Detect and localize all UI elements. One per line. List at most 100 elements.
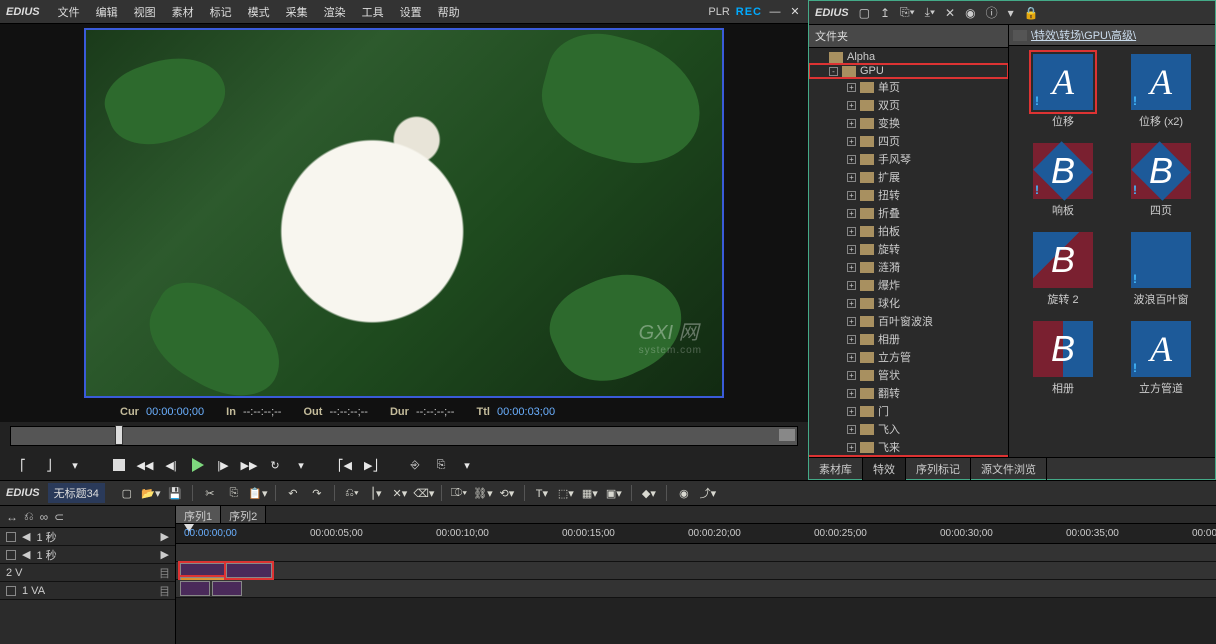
dropdown-icon[interactable]: ▾: [66, 456, 84, 474]
effect-thumb-3[interactable]: !B四页: [1115, 143, 1207, 218]
play-button[interactable]: [188, 456, 206, 474]
snap-icon[interactable]: ⊂: [54, 510, 64, 524]
timecode-cur[interactable]: 00:00:00;00: [146, 406, 204, 418]
zoom-next-icon[interactable]: ▶: [161, 548, 169, 561]
tree-item-16[interactable]: +管状: [809, 366, 1008, 384]
seq-tab-1[interactable]: 序列1: [176, 506, 221, 523]
next-edit-button[interactable]: ▶⎦: [362, 456, 380, 474]
tree-item-2[interactable]: +变换: [809, 114, 1008, 132]
delete-icon[interactable]: ✕: [945, 6, 955, 20]
cut-icon[interactable]: ✂: [200, 484, 220, 502]
tree-item-18[interactable]: +门: [809, 402, 1008, 420]
effect-thumb-1[interactable]: !A位移 (x2): [1115, 54, 1207, 129]
menu-help[interactable]: 帮助: [434, 2, 464, 22]
menu-settings[interactable]: 设置: [396, 2, 426, 22]
track-lane-spacer[interactable]: [176, 544, 1216, 562]
copy-icon[interactable]: ⎘: [224, 484, 244, 502]
link-icon[interactable]: ⛓▾: [473, 484, 493, 502]
loop-button[interactable]: ↻: [266, 456, 284, 474]
minimize-button[interactable]: —: [768, 5, 782, 19]
paste-icon[interactable]: 📋▾: [248, 484, 268, 502]
tree-item-alpha[interactable]: Alpha: [809, 50, 1008, 64]
preview-scrubber[interactable]: [10, 426, 798, 446]
title-icon[interactable]: T▾: [532, 484, 552, 502]
fx-tree-scroll[interactable]: Alpha -GPU +单页+双页+变换+四页+手风琴+扩展+扭转+折叠+拍板+…: [809, 48, 1008, 457]
zoom-prev-icon[interactable]: ◀: [22, 548, 30, 561]
menu-render[interactable]: 渲染: [320, 2, 350, 22]
sync-icon[interactable]: ⟲▾: [497, 484, 517, 502]
menu-clip[interactable]: 素材: [168, 2, 198, 22]
dropdown-icon[interactable]: ▾: [458, 456, 476, 474]
effect-thumb-4[interactable]: !B旋转 2: [1017, 232, 1109, 307]
track-head-1va[interactable]: 1 VA目: [0, 582, 175, 600]
new-folder-icon[interactable]: ▢: [859, 6, 870, 20]
menu-marker[interactable]: 标记: [206, 2, 236, 22]
clip-3[interactable]: [180, 581, 210, 596]
tree-item-19[interactable]: +飞入: [809, 420, 1008, 438]
timeline-ruler[interactable]: 00:00:00;0000:00:05;0000:00:10;0000:00:1…: [176, 524, 1216, 544]
scrubber-end[interactable]: [779, 429, 795, 441]
preview-viewer[interactable]: GXI 网 system.com: [0, 24, 808, 402]
tool-a-icon[interactable]: ↔: [6, 510, 18, 524]
seq-tab-2[interactable]: 序列2: [221, 506, 266, 523]
zoom-prev-icon[interactable]: ◀: [22, 530, 30, 543]
color-wheel-icon[interactable]: ◉: [674, 484, 694, 502]
copy-icon[interactable]: ⎘▾: [900, 5, 915, 20]
insert-icon[interactable]: ⬚▾: [556, 484, 576, 502]
tree-item-20[interactable]: +飞来: [809, 438, 1008, 456]
tree-item-gpu[interactable]: -GPU: [809, 64, 1008, 78]
tool-c-icon[interactable]: ∞: [40, 510, 49, 524]
effect-thumb-5[interactable]: !波浪百叶窗: [1115, 232, 1207, 307]
track-head-2v[interactable]: 2 V目: [0, 564, 175, 582]
menu-edit[interactable]: 编辑: [92, 2, 122, 22]
view-icon[interactable]: ◉: [965, 6, 975, 20]
project-title[interactable]: 无标题34: [48, 483, 105, 503]
tree-item-6[interactable]: +扭转: [809, 186, 1008, 204]
menu-file[interactable]: 文件: [54, 2, 84, 22]
fx-thumbnails[interactable]: !A位移!A位移 (x2)!B响板!B四页!B旋转 2!波浪百叶窗!B相册!A立…: [1009, 46, 1215, 457]
fx-breadcrumb[interactable]: \特效\转场\GPU\高级\: [1009, 25, 1215, 46]
ripple-icon[interactable]: ⎌▾: [342, 484, 362, 502]
redo-icon[interactable]: ↷: [307, 484, 327, 502]
overwrite-icon[interactable]: ▦▾: [580, 484, 600, 502]
dropdown-icon[interactable]: ▾: [292, 456, 310, 474]
render-icon[interactable]: ▣▾: [604, 484, 624, 502]
tree-item-11[interactable]: +爆炸: [809, 276, 1008, 294]
tree-item-8[interactable]: +拍板: [809, 222, 1008, 240]
tab-source-browser[interactable]: 源文件浏览: [971, 458, 1047, 480]
clip-2[interactable]: [226, 563, 272, 578]
tree-item-5[interactable]: +扩展: [809, 168, 1008, 186]
timecode-ttl[interactable]: 00:00:03;00: [497, 406, 555, 418]
marker-icon[interactable]: ◆▾: [639, 484, 659, 502]
tool-b-icon[interactable]: ⎌: [24, 509, 34, 524]
track-lane-1va[interactable]: [176, 580, 1216, 598]
effect-thumb-0[interactable]: !A位移: [1017, 54, 1109, 129]
track-lane-2v[interactable]: [176, 562, 1216, 580]
effect-thumb-7[interactable]: !A立方管道: [1115, 321, 1207, 396]
tree-item-13[interactable]: +百叶窗波浪: [809, 312, 1008, 330]
save-icon[interactable]: 💾: [165, 484, 185, 502]
open-icon[interactable]: 📂▾: [141, 484, 161, 502]
tab-seq-markers[interactable]: 序列标记: [906, 458, 971, 480]
audio-toggle[interactable]: [6, 550, 16, 560]
tree-item-0[interactable]: +单页: [809, 78, 1008, 96]
tree-item-7[interactable]: +折叠: [809, 204, 1008, 222]
timecode-in[interactable]: --:--:--;--: [243, 406, 281, 418]
menu-tools[interactable]: 工具: [358, 2, 388, 22]
clip-4[interactable]: [212, 581, 242, 596]
fast-forward-button[interactable]: ▶▶: [240, 456, 258, 474]
zoom-next-icon[interactable]: ▶: [161, 530, 169, 543]
timecode-dur[interactable]: --:--:--;--: [416, 406, 454, 418]
new-sequence-icon[interactable]: ▢: [117, 484, 137, 502]
menu-mode[interactable]: 模式: [244, 2, 274, 22]
prev-edit-button[interactable]: ⎡◀: [336, 456, 354, 474]
tab-library[interactable]: 素材库: [809, 458, 863, 480]
tab-effects[interactable]: 特效: [863, 458, 906, 480]
tree-item-14[interactable]: +相册: [809, 330, 1008, 348]
clip-1[interactable]: [180, 563, 226, 578]
next-frame-button[interactable]: |▶: [214, 456, 232, 474]
undo-icon[interactable]: ↶: [283, 484, 303, 502]
effect-thumb-2[interactable]: !B响板: [1017, 143, 1109, 218]
lock-icon[interactable]: 🔒: [1024, 6, 1039, 20]
tree-item-17[interactable]: +翻转: [809, 384, 1008, 402]
